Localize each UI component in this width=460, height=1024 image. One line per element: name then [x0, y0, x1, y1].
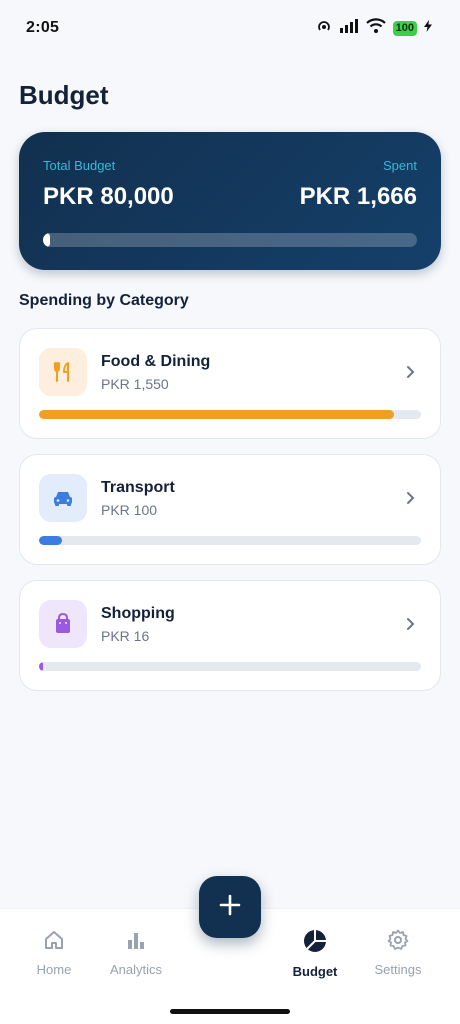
hotspot-icon [316, 18, 332, 39]
category-progress-fill [39, 662, 43, 671]
category-amount: PKR 100 [101, 501, 158, 518]
budget-summary-card: Total Budget Spent PKR 80,000 PKR 1,666 [19, 132, 441, 270]
fork-knife-icon [39, 348, 87, 396]
plus-icon [219, 894, 241, 921]
category-progress-bar [39, 410, 421, 419]
chevron-right-icon [406, 491, 416, 510]
status-bar: 2:05 100 [0, 0, 460, 56]
category-card-transport[interactable]: Transport PKR 100 [19, 454, 441, 565]
charging-icon [424, 19, 432, 37]
chevron-right-icon [406, 617, 416, 636]
home-indicator [170, 1009, 290, 1014]
nav-item-settings[interactable]: Settings [353, 929, 443, 977]
category-name: Transport [101, 478, 175, 496]
nav-item-analytics[interactable]: Analytics [91, 929, 181, 977]
category-progress-bar [39, 662, 421, 671]
category-name: Food & Dining [101, 352, 211, 370]
gear-icon [387, 929, 409, 956]
nav-label-home: Home [36, 962, 72, 977]
nav-label-analytics: Analytics [109, 962, 163, 977]
budget-progress-fill [43, 233, 51, 247]
category-card-food-dining[interactable]: Food & Dining PKR 1,550 [19, 328, 441, 439]
nav-label-settings: Settings [374, 962, 422, 977]
page-title: Budget [19, 80, 109, 110]
category-name: Shopping [101, 604, 175, 622]
category-amount: PKR 16 [101, 627, 150, 644]
home-icon [43, 929, 65, 956]
summary-values: PKR 80,000 PKR 1,666 [43, 173, 417, 211]
total-budget-value: PKR 80,000 [43, 183, 174, 210]
spent-value: PKR 1,666 [299, 183, 417, 210]
summary-labels: Total Budget Spent [43, 158, 417, 173]
section-title: Spending by Category [19, 292, 189, 309]
status-time: 2:05 [26, 19, 60, 36]
nav-item-budget[interactable]: Budget [270, 929, 360, 979]
category-progress-fill [39, 536, 62, 545]
category-progress-bar [39, 536, 421, 545]
budget-progress-bar [43, 233, 417, 247]
category-progress-fill [39, 410, 395, 419]
add-transaction-button[interactable] [199, 876, 261, 938]
shopping-bag-icon [39, 600, 87, 648]
bar-chart-icon [125, 929, 147, 956]
status-icons: 100 [316, 18, 432, 39]
battery-indicator: 100 [392, 20, 417, 36]
pie-chart-icon [303, 929, 327, 958]
category-list: Food & Dining PKR 1,550 Transport PKR 10… [19, 328, 441, 706]
nav-label-budget: Budget [292, 964, 338, 979]
chevron-right-icon [406, 365, 416, 384]
signal-icon [339, 18, 359, 38]
car-icon [39, 474, 87, 522]
nav-item-home[interactable]: Home [9, 929, 99, 977]
total-budget-label: Total Budget [43, 158, 116, 173]
category-amount: PKR 1,550 [101, 375, 169, 392]
wifi-icon [365, 18, 386, 38]
category-card-shopping[interactable]: Shopping PKR 16 [19, 580, 441, 691]
spent-label: Spent [383, 158, 417, 173]
